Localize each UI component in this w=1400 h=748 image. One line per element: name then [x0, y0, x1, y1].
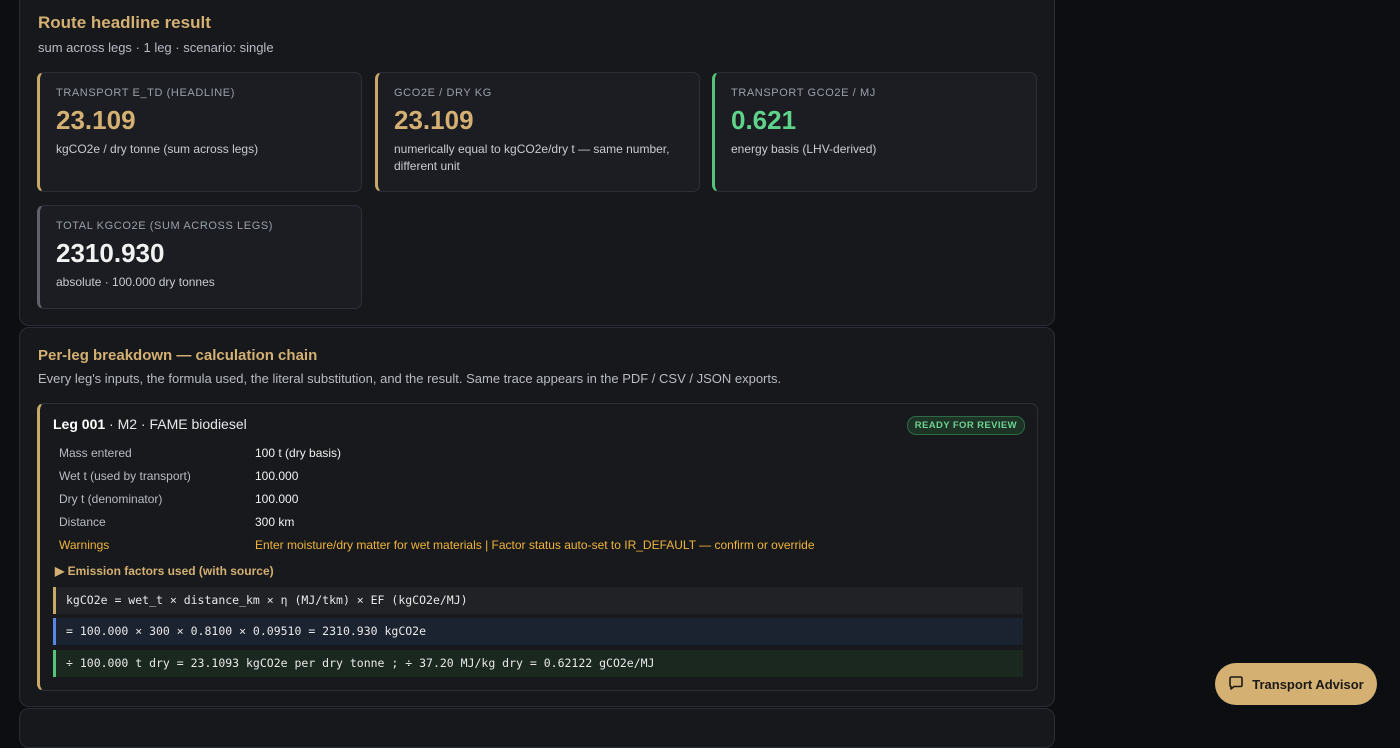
row-value-mass: 100 t (dry basis) [255, 446, 342, 460]
row-label-wet-t: Wet t (used by transport) [59, 469, 191, 483]
status-badge: READY FOR REVIEW [906, 416, 1025, 435]
route-headline-panel: Route headline result sum across legs · … [19, 0, 1055, 326]
card-note: numerically equal to kgCO2e/dry t — same… [394, 142, 670, 173]
row-value-warnings: Enter moisture/dry matter for wet materi… [255, 538, 815, 552]
headline-title: Route headline result [38, 13, 211, 32]
transport-advisor-button[interactable]: Transport Advisor [1215, 663, 1377, 705]
card-value: 0.621 [731, 105, 797, 135]
headline-subtitle: sum across legs · 1 leg · scenario: sing… [38, 40, 274, 55]
row-label-dry-t: Dry t (denominator) [59, 492, 163, 506]
leg-description: · M2 · FAME biodiesel [109, 416, 247, 432]
leg-title: Leg 001 · M2 · FAME biodiesel [53, 416, 247, 432]
row-value-wet-t: 100.000 [255, 469, 299, 483]
card-value: 23.109 [394, 105, 474, 135]
card-label: TRANSPORT E_TD (HEADLINE) [56, 87, 236, 99]
formula-line: kgCO2e = wet_t × distance_km × η (MJ/tkm… [53, 587, 1023, 614]
advisor-label: Transport Advisor [1252, 676, 1364, 692]
chat-bubble-icon [1228, 675, 1244, 694]
row-value-distance: 300 km [255, 515, 295, 529]
per-leg-breakdown-panel: Per-leg breakdown — calculation chain Ev… [19, 327, 1055, 707]
card-value: 23.109 [56, 105, 136, 135]
card-note: kgCO2e / dry tonne (sum across legs) [56, 142, 259, 156]
next-panel [19, 708, 1055, 748]
card-value: 2310.930 [56, 238, 165, 268]
card-total-kgco2e: TOTAL KGCO2E (SUM ACROSS LEGS) 2310.930 … [37, 205, 362, 309]
row-label-mass: Mass entered [59, 446, 132, 460]
leg-card: Leg 001 · M2 · FAME biodiesel READY FOR … [37, 403, 1038, 691]
card-gco2e-mj: TRANSPORT GCO2E / MJ 0.621 energy basis … [712, 72, 1037, 192]
card-label: GCO2E / DRY KG [394, 87, 492, 99]
card-gco2e-dry-kg: GCO2E / DRY KG 23.109 numerically equal … [375, 72, 700, 192]
breakdown-subtitle: Every leg's inputs, the formula used, th… [38, 371, 782, 386]
card-label: TOTAL KGCO2E (SUM ACROSS LEGS) [56, 220, 274, 232]
emission-factors-toggle[interactable]: ▶ Emission factors used (with source) [55, 564, 274, 578]
card-label: TRANSPORT GCO2E / MJ [731, 87, 876, 99]
card-transport-etd: TRANSPORT E_TD (HEADLINE) 23.109 kgCO2e … [37, 72, 362, 192]
row-label-warnings: Warnings [59, 538, 110, 552]
breakdown-title: Per-leg breakdown — calculation chain [38, 347, 318, 364]
card-note: absolute · 100.000 dry tonnes [56, 275, 215, 289]
card-note: energy basis (LHV-derived) [731, 142, 877, 156]
substitution-line: = 100.000 × 300 × 0.8100 × 0.09510 = 231… [53, 618, 1023, 645]
row-label-distance: Distance [59, 515, 106, 529]
row-value-dry-t: 100.000 [255, 492, 299, 506]
leg-id: Leg 001 [53, 416, 106, 432]
result-line: ÷ 100.000 t dry = 23.1093 kgCO2e per dry… [53, 650, 1023, 677]
